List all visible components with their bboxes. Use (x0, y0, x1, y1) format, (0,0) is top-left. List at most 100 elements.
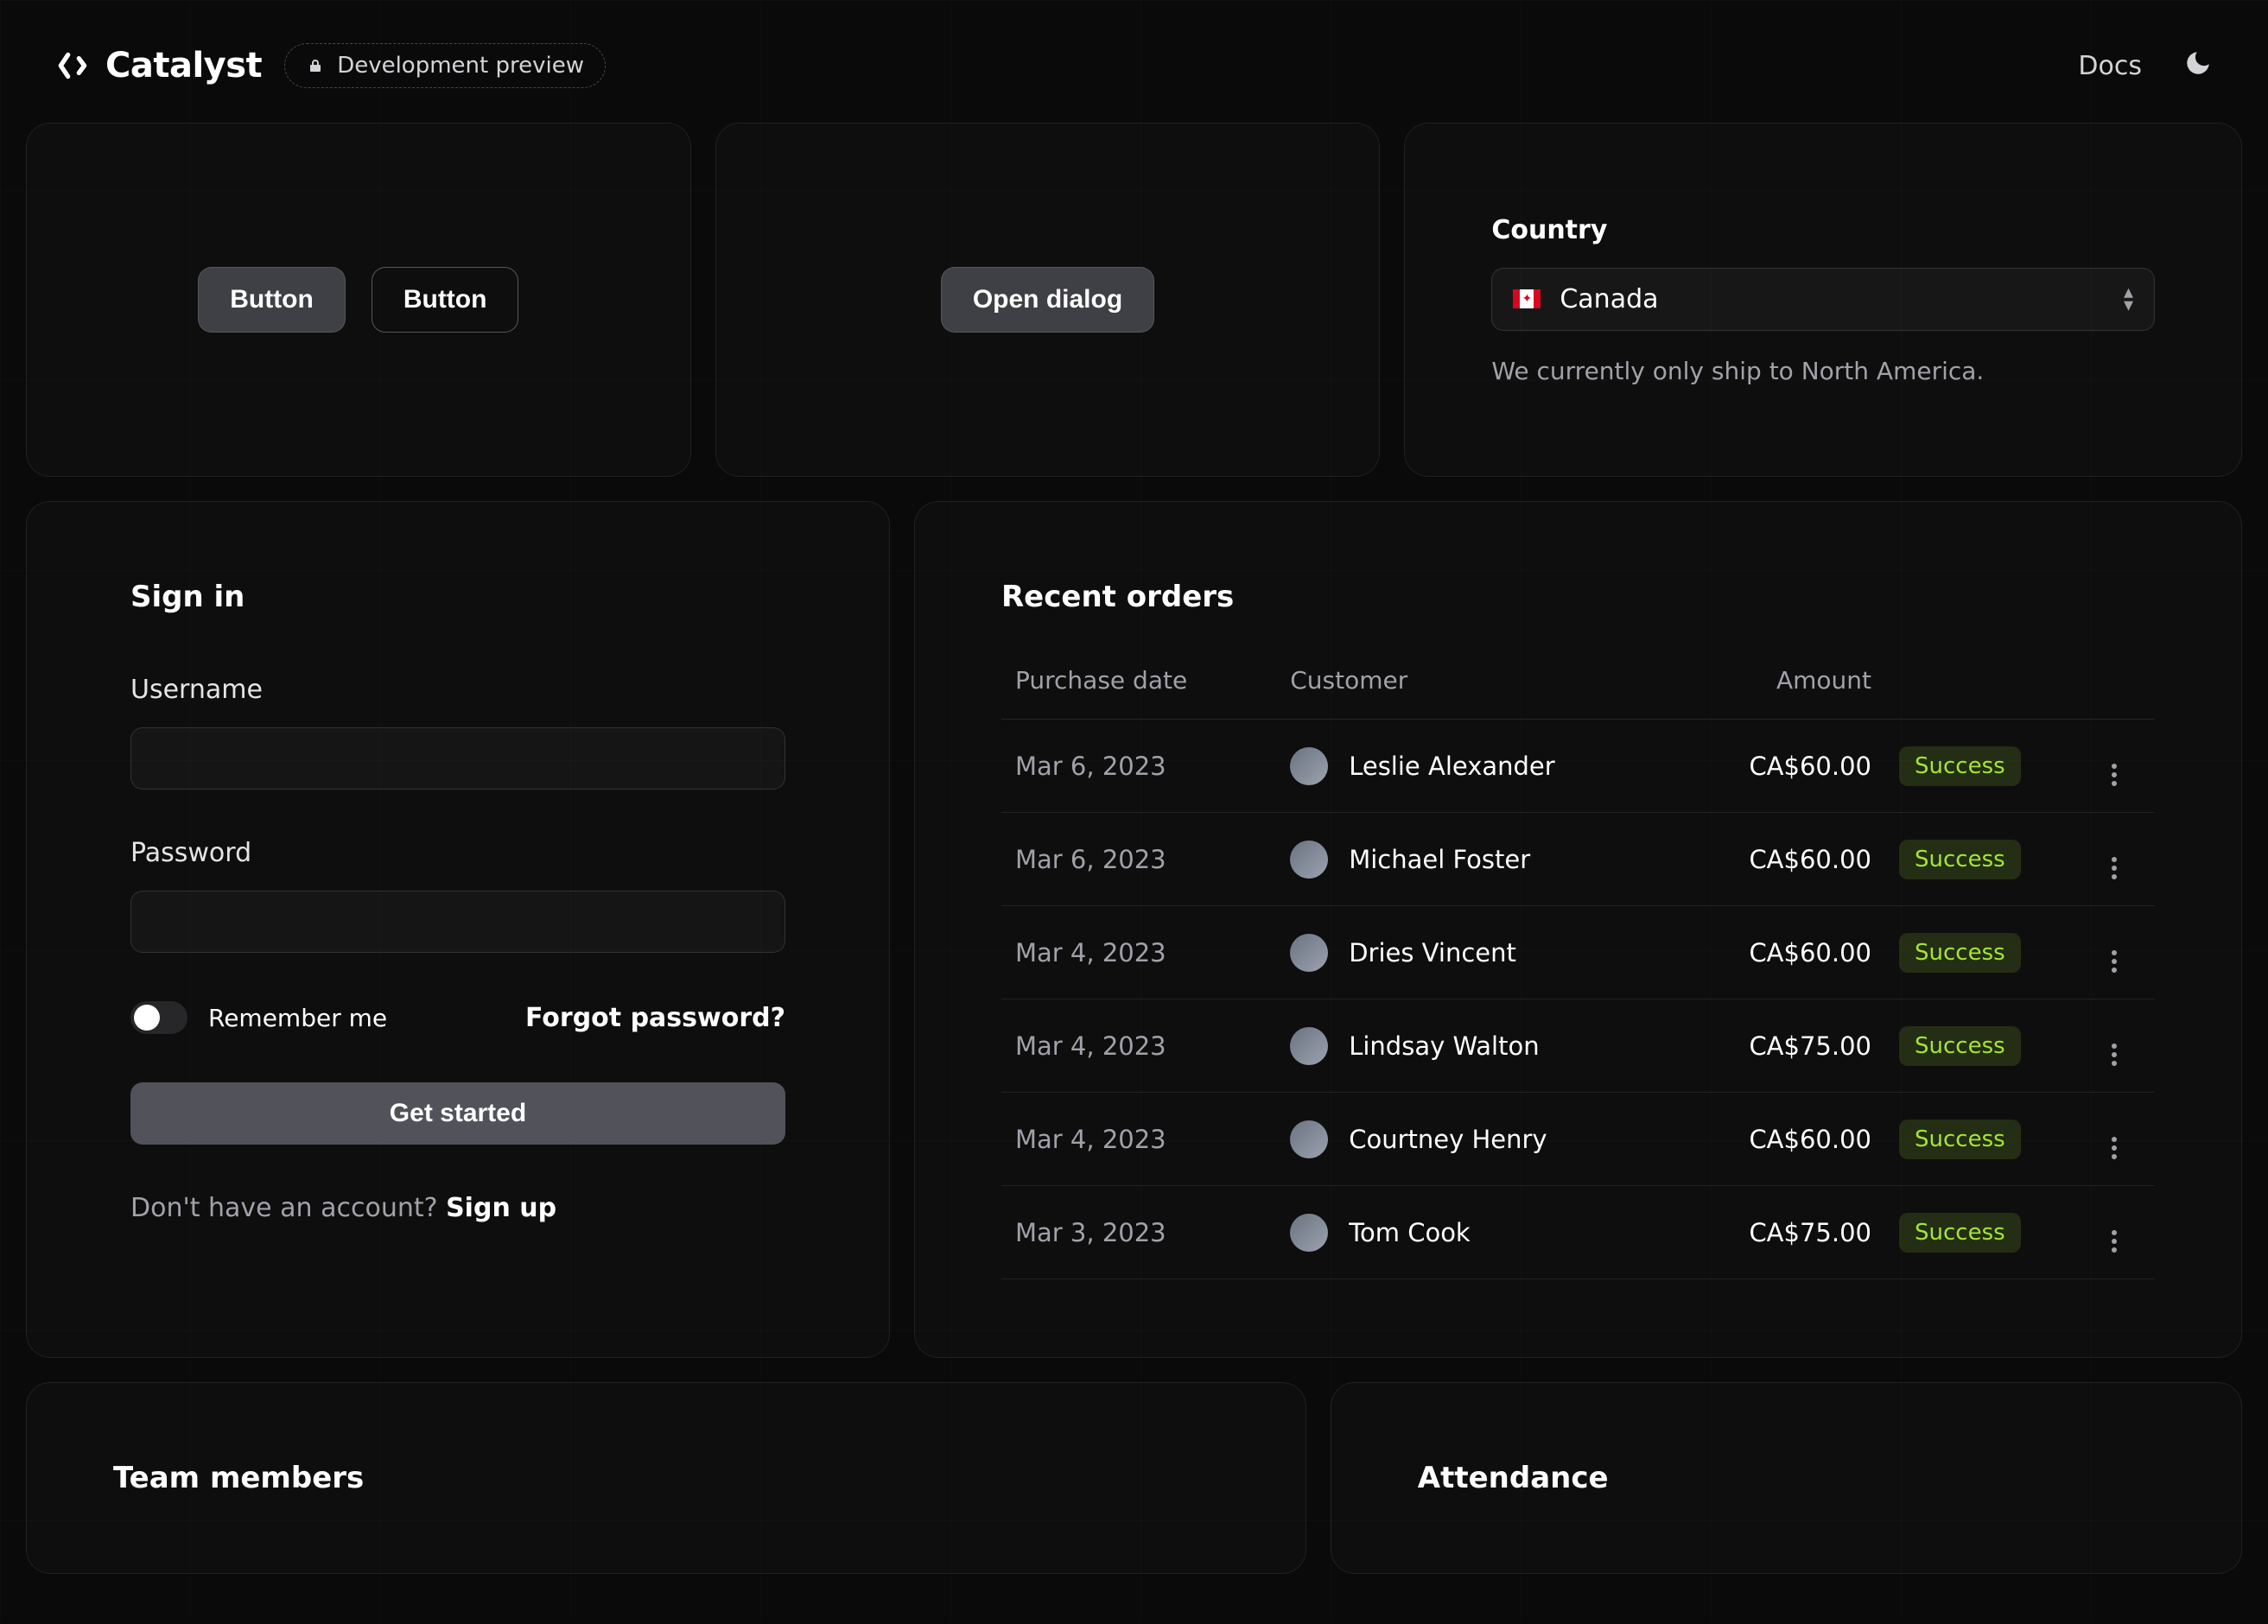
more-icon (2105, 745, 2124, 775)
more-icon (2105, 1025, 2124, 1055)
country-label: Country (1491, 215, 2155, 245)
order-row-menu[interactable] (2091, 906, 2155, 999)
docs-link[interactable]: Docs (2078, 51, 2142, 81)
order-customer-cell: Lindsay Walton (1276, 999, 1679, 1093)
card-dialog: Open dialog (715, 123, 1381, 477)
order-customer: Tom Cook (1349, 1218, 1471, 1247)
signin-title: Sign in (130, 580, 785, 614)
order-amount: CA$75.00 (1679, 999, 1885, 1093)
order-customer-cell: Courtney Henry (1276, 1093, 1679, 1186)
card-buttons: Button Button (26, 123, 691, 477)
chevron-updown-icon: ▴▾ (2124, 286, 2133, 313)
theme-toggle[interactable] (2183, 48, 2213, 84)
order-row-menu[interactable] (2091, 1186, 2155, 1279)
order-row-menu[interactable] (2091, 720, 2155, 813)
attendance-title: Attendance (1418, 1461, 2155, 1495)
avatar (1290, 747, 1328, 785)
card-team-members: Team members (26, 1382, 1306, 1574)
order-row-menu[interactable] (2091, 999, 2155, 1093)
dev-preview-label: Development preview (337, 53, 584, 79)
order-amount: CA$75.00 (1679, 1186, 1885, 1279)
table-row: Mar 3, 2023 Tom Cook CA$75.00 Success (1001, 1186, 2155, 1279)
status-badge: Success (1899, 933, 2021, 973)
order-date: Mar 6, 2023 (1001, 720, 1276, 813)
order-customer: Courtney Henry (1349, 1125, 1547, 1154)
order-status-cell: Success (1885, 1186, 2091, 1279)
country-select[interactable]: ✦ Canada ▴▾ (1491, 268, 2155, 331)
no-account-text: Don't have an account? (130, 1193, 446, 1223)
order-amount: CA$60.00 (1679, 906, 1885, 999)
order-status-cell: Success (1885, 906, 2091, 999)
more-icon (2105, 1212, 2124, 1241)
order-date: Mar 4, 2023 (1001, 1093, 1276, 1186)
username-label: Username (130, 675, 785, 705)
moon-icon (2183, 48, 2213, 78)
forgot-password-link[interactable]: Forgot password? (525, 1003, 785, 1033)
brand-logo[interactable]: Catalyst (55, 46, 262, 86)
more-icon (2105, 932, 2124, 961)
order-status-cell: Success (1885, 813, 2091, 906)
order-date: Mar 3, 2023 (1001, 1186, 1276, 1279)
order-amount: CA$60.00 (1679, 1093, 1885, 1186)
username-input[interactable] (130, 727, 785, 790)
card-signin: Sign in Username Password Remember me Fo… (26, 501, 890, 1358)
order-customer: Lindsay Walton (1349, 1031, 1539, 1061)
topbar: Catalyst Development preview Docs (26, 26, 2242, 123)
button-solid[interactable]: Button (198, 267, 346, 333)
status-badge: Success (1899, 1213, 2021, 1253)
order-status-cell: Success (1885, 999, 2091, 1093)
button-outline[interactable]: Button (372, 267, 519, 333)
avatar (1290, 1120, 1328, 1158)
order-date: Mar 6, 2023 (1001, 813, 1276, 906)
dev-preview-badge: Development preview (284, 43, 606, 88)
order-customer-cell: Michael Foster (1276, 813, 1679, 906)
order-customer-cell: Tom Cook (1276, 1186, 1679, 1279)
card-country: Country ✦ Canada ▴▾ We currently only sh… (1404, 123, 2242, 477)
orders-col-amount: Amount (1679, 666, 1885, 720)
team-members-title: Team members (113, 1461, 1219, 1495)
orders-col-customer: Customer (1276, 666, 1679, 720)
order-customer: Michael Foster (1349, 845, 1530, 874)
status-badge: Success (1899, 1120, 2021, 1159)
recent-orders-title: Recent orders (1001, 580, 2155, 614)
order-row-menu[interactable] (2091, 813, 2155, 906)
remember-me-toggle[interactable] (130, 1001, 187, 1034)
table-row: Mar 6, 2023 Leslie Alexander CA$60.00 Succe… (1001, 720, 2155, 813)
logo-icon (55, 48, 92, 84)
order-status-cell: Success (1885, 1093, 2091, 1186)
remember-me-label: Remember me (208, 1004, 387, 1032)
order-customer: Leslie Alexander (1349, 752, 1555, 781)
avatar (1290, 841, 1328, 879)
order-status-cell: Success (1885, 720, 2091, 813)
avatar (1290, 934, 1328, 972)
lock-icon (306, 56, 325, 75)
country-help-text: We currently only ship to North America. (1491, 357, 2155, 385)
status-badge: Success (1899, 746, 2021, 786)
avatar (1290, 1027, 1328, 1065)
orders-col-date: Purchase date (1001, 666, 1276, 720)
orders-table: Purchase date Customer Amount Mar 6, 202… (1001, 666, 2155, 1279)
flag-canada-icon: ✦ (1513, 289, 1541, 308)
status-badge: Success (1899, 1026, 2021, 1066)
order-date: Mar 4, 2023 (1001, 999, 1276, 1093)
more-icon (2105, 1119, 2124, 1148)
order-amount: CA$60.00 (1679, 813, 1885, 906)
get-started-button[interactable]: Get started (130, 1082, 785, 1145)
brand-name: Catalyst (105, 46, 262, 86)
open-dialog-button[interactable]: Open dialog (941, 267, 1154, 333)
card-attendance: Attendance (1331, 1382, 2242, 1574)
password-label: Password (130, 838, 785, 868)
avatar (1290, 1214, 1328, 1252)
table-row: Mar 6, 2023 Michael Foster CA$60.00 Success (1001, 813, 2155, 906)
order-customer-cell: Leslie Alexander (1276, 720, 1679, 813)
order-date: Mar 4, 2023 (1001, 906, 1276, 999)
status-badge: Success (1899, 840, 2021, 879)
order-amount: CA$60.00 (1679, 720, 1885, 813)
order-row-menu[interactable] (2091, 1093, 2155, 1186)
table-row: Mar 4, 2023 Lindsay Walton CA$75.00 Success (1001, 999, 2155, 1093)
signup-link[interactable]: Sign up (446, 1193, 556, 1223)
password-input[interactable] (130, 891, 785, 953)
table-row: Mar 4, 2023Dries VincentCA$60.00 Success (1001, 906, 2155, 999)
card-recent-orders: Recent orders Purchase date Customer Amo… (914, 501, 2242, 1358)
order-customer-cell: Dries Vincent (1276, 906, 1679, 999)
